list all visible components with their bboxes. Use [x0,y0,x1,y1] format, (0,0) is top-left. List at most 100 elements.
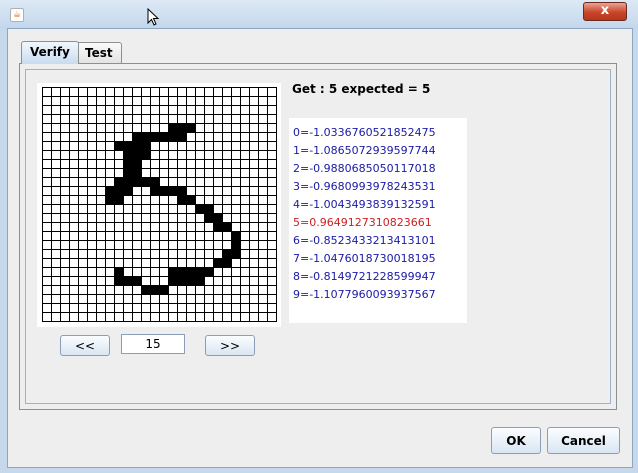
grid-cell[interactable] [250,97,259,106]
grid-cell[interactable] [88,304,97,313]
grid-cell[interactable] [196,295,205,304]
grid-cell[interactable] [259,178,268,187]
grid-cell[interactable] [43,241,52,250]
grid-cell[interactable] [196,88,205,97]
grid-cell[interactable] [178,97,187,106]
grid-cell[interactable] [70,295,79,304]
grid-cell[interactable] [214,124,223,133]
grid-cell[interactable] [268,169,277,178]
grid-cell[interactable] [133,313,142,322]
grid-cell[interactable] [268,97,277,106]
grid-cell-filled[interactable] [205,214,214,223]
grid-cell[interactable] [43,268,52,277]
grid-cell[interactable] [241,313,250,322]
grid-cell[interactable] [97,97,106,106]
grid-cell[interactable] [232,187,241,196]
grid-cell-filled[interactable] [124,277,133,286]
grid-cell[interactable] [214,169,223,178]
grid-cell[interactable] [250,160,259,169]
grid-cell[interactable] [214,277,223,286]
grid-cell[interactable] [79,169,88,178]
grid-cell[interactable] [88,97,97,106]
grid-cell[interactable] [259,223,268,232]
grid-cell-filled[interactable] [223,250,232,259]
grid-cell[interactable] [169,88,178,97]
cancel-button[interactable]: Cancel [547,427,620,454]
grid-cell[interactable] [97,241,106,250]
grid-cell[interactable] [133,286,142,295]
grid-cell[interactable] [61,232,70,241]
grid-cell[interactable] [133,241,142,250]
grid-cell[interactable] [259,205,268,214]
grid-cell[interactable] [142,106,151,115]
grid-cell[interactable] [97,286,106,295]
grid-cell[interactable] [241,286,250,295]
grid-cell[interactable] [268,304,277,313]
close-button[interactable]: x [583,2,627,21]
grid-cell[interactable] [241,124,250,133]
grid-cell-filled[interactable] [151,187,160,196]
grid-cell[interactable] [61,313,70,322]
grid-cell[interactable] [268,178,277,187]
grid-cell-filled[interactable] [142,178,151,187]
grid-cell[interactable] [214,133,223,142]
grid-cell-filled[interactable] [151,178,160,187]
grid-cell[interactable] [268,133,277,142]
grid-cell[interactable] [268,241,277,250]
grid-cell[interactable] [169,295,178,304]
grid-cell[interactable] [151,151,160,160]
grid-cell[interactable] [268,214,277,223]
grid-cell[interactable] [88,187,97,196]
grid-cell[interactable] [214,232,223,241]
grid-cell[interactable] [187,97,196,106]
grid-cell[interactable] [70,214,79,223]
grid-cell[interactable] [88,268,97,277]
grid-cell[interactable] [88,88,97,97]
grid-cell[interactable] [250,124,259,133]
grid-cell[interactable] [79,196,88,205]
grid-cell[interactable] [61,133,70,142]
grid-cell[interactable] [241,196,250,205]
grid-cell[interactable] [52,178,61,187]
grid-cell[interactable] [43,277,52,286]
grid-cell[interactable] [178,241,187,250]
grid-cell-filled[interactable] [232,241,241,250]
grid-cell[interactable] [223,214,232,223]
grid-cell[interactable] [169,205,178,214]
grid-cell[interactable] [205,286,214,295]
grid-cell-filled[interactable] [187,124,196,133]
grid-cell[interactable] [142,313,151,322]
grid-cell[interactable] [160,232,169,241]
grid-cell[interactable] [259,232,268,241]
grid-cell[interactable] [259,259,268,268]
grid-cell[interactable] [259,313,268,322]
grid-cell[interactable] [142,250,151,259]
grid-cell[interactable] [151,169,160,178]
grid-cell[interactable] [52,160,61,169]
grid-cell[interactable] [151,277,160,286]
grid-cell-filled[interactable] [115,178,124,187]
grid-cell[interactable] [142,259,151,268]
grid-cell[interactable] [196,178,205,187]
grid-cell[interactable] [70,115,79,124]
grid-cell[interactable] [52,268,61,277]
grid-cell[interactable] [169,250,178,259]
grid-cell[interactable] [214,151,223,160]
grid-cell[interactable] [115,295,124,304]
grid-cell[interactable] [124,232,133,241]
grid-cell[interactable] [169,142,178,151]
grid-cell[interactable] [70,241,79,250]
grid-cell[interactable] [187,223,196,232]
grid-cell[interactable] [88,160,97,169]
grid-cell[interactable] [115,313,124,322]
grid-cell[interactable] [178,151,187,160]
grid-cell[interactable] [205,142,214,151]
grid-cell[interactable] [268,205,277,214]
grid-cell[interactable] [43,259,52,268]
grid-cell[interactable] [214,205,223,214]
grid-cell[interactable] [79,250,88,259]
grid-cell[interactable] [142,196,151,205]
grid-cell-filled[interactable] [205,268,214,277]
grid-cell[interactable] [241,115,250,124]
grid-cell[interactable] [106,313,115,322]
